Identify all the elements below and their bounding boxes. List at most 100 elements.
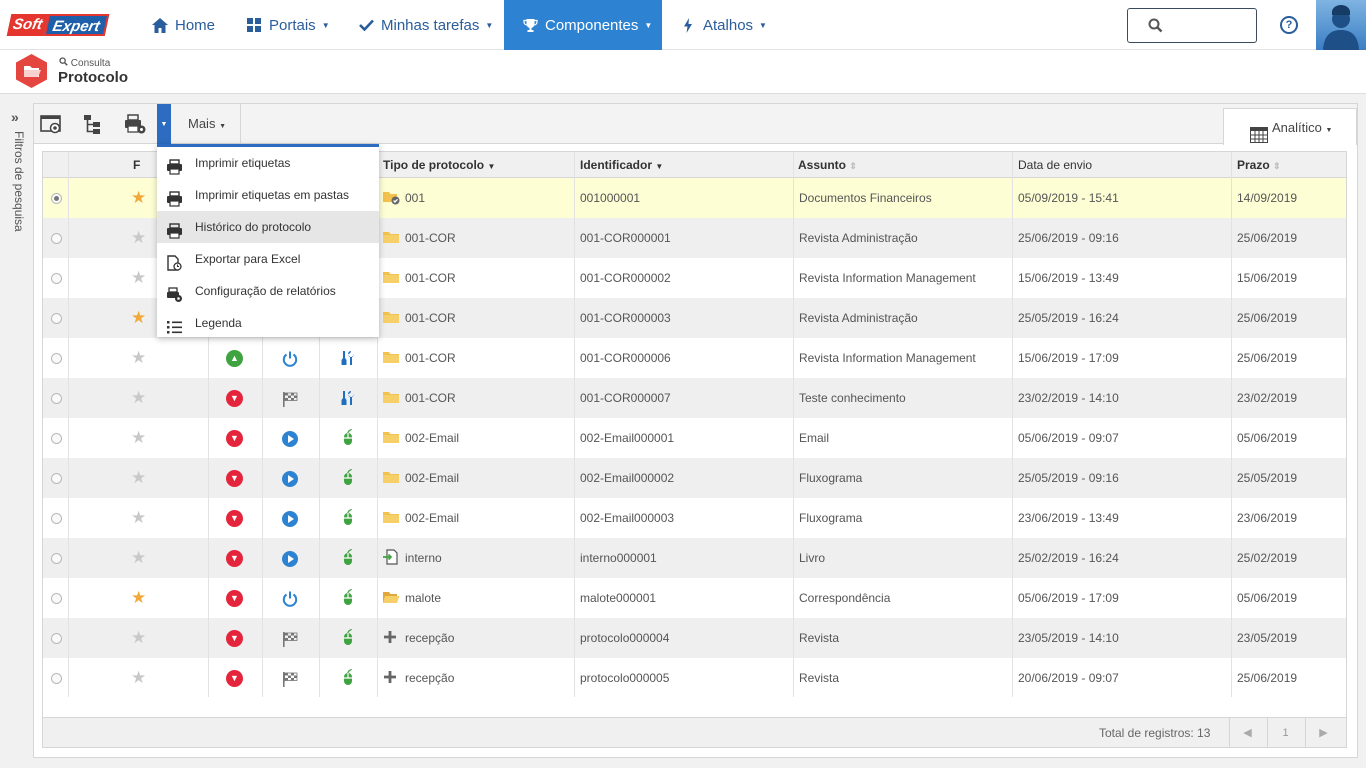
print-settings-icon[interactable] [123, 113, 147, 135]
chevron-down-icon: ▼ [485, 20, 494, 30]
table-row[interactable]: ★ ▲ 001-COR 001-COR000006 Revista Informatio… [43, 338, 1346, 378]
menu-item-historico-protocolo[interactable]: Histórico do protocolo [157, 211, 379, 243]
help-icon[interactable]: ? [1280, 16, 1298, 34]
table-row[interactable]: ★ ▼ malote malote000001 Correspondência 05/06… [43, 578, 1346, 618]
status-down-icon: ▼ [226, 670, 243, 687]
power-icon [281, 590, 299, 608]
row-select-radio[interactable] [51, 593, 62, 604]
breadcrumb[interactable]: Consulta [59, 57, 110, 69]
sort-icon: ⇕ [1273, 161, 1281, 171]
menu-item-imprimir-etiquetas-pastas[interactable]: Imprimir etiquetas em pastas [157, 179, 379, 211]
folder-icon [382, 349, 400, 365]
avatar[interactable] [1316, 0, 1366, 50]
filter-sidebar-label[interactable]: Filtros de pesquisa [12, 131, 26, 232]
favorite-star-icon[interactable]: ★ [131, 269, 146, 286]
row-select-radio[interactable] [51, 393, 62, 404]
view-mode-selector[interactable]: Analítico ▼ [1223, 108, 1357, 145]
table-row[interactable]: ★ ▼ 002-Email 002-Email000003 Fluxograma 23/0… [43, 498, 1346, 538]
table-row[interactable]: ★ ▼ recepção protocolo000004 Revista 23/05/20… [43, 618, 1346, 658]
col-header-data-envio[interactable]: Data de envio [1018, 152, 1092, 178]
checkered-flag-icon [281, 390, 299, 408]
folder-check-icon [382, 189, 400, 205]
cell-tipo: 002-Email [405, 511, 460, 525]
favorite-star-icon[interactable]: ★ [131, 549, 146, 566]
nav-portais[interactable]: Portais ▼ [246, 0, 330, 50]
favorite-star-icon[interactable]: ★ [131, 469, 146, 486]
mais-menu-button[interactable]: Mais ▼ [177, 104, 241, 144]
page-number[interactable]: 1 [1267, 718, 1303, 748]
favorite-star-icon[interactable]: ★ [131, 589, 146, 606]
favorite-star-icon[interactable]: ★ [131, 629, 146, 646]
cell-data-envio: 05/06/2019 - 09:07 [1018, 431, 1119, 445]
status-down-icon: ▼ [226, 630, 243, 647]
nav-atalhos[interactable]: Atalhos ▼ [680, 0, 767, 50]
power-icon [281, 350, 299, 368]
favorite-star-icon[interactable]: ★ [131, 389, 146, 406]
cell-prazo: 23/02/2019 [1237, 391, 1298, 405]
expand-icon[interactable]: » [11, 109, 19, 125]
row-select-radio[interactable] [51, 553, 62, 564]
menu-item-configuracao-relatorios[interactable]: Configuração de relatórios [157, 275, 379, 307]
brand-logo[interactable]: Soft Expert [6, 14, 110, 36]
row-select-radio[interactable] [51, 633, 62, 644]
row-select-radio[interactable] [51, 473, 62, 484]
folder-icon [382, 229, 400, 245]
nav-minhas-tarefas[interactable]: Minhas tarefas ▼ [358, 0, 493, 50]
nav-home[interactable]: Home [152, 0, 215, 50]
col-header-identificador[interactable]: Identificador ▼ [580, 152, 663, 178]
table-row[interactable]: ★ ▼ 002-Email 002-Email000002 Fluxograma 25/0… [43, 458, 1346, 498]
favorite-star-icon[interactable]: ★ [131, 189, 146, 206]
prev-page-button[interactable]: ◀ [1229, 718, 1265, 748]
tools-icon [339, 389, 357, 407]
search-input[interactable] [1127, 8, 1257, 43]
row-select-radio[interactable] [51, 353, 62, 364]
checkered-flag-icon [281, 670, 299, 688]
favorite-star-icon[interactable]: ★ [131, 429, 146, 446]
col-header-favorite[interactable]: F [133, 152, 140, 178]
favorite-star-icon[interactable]: ★ [131, 669, 146, 686]
col-header-tipo[interactable]: Tipo de protocolo ▼ [383, 152, 495, 178]
mouse-icon [339, 468, 357, 487]
home-icon [152, 17, 168, 33]
cell-prazo: 14/09/2019 [1237, 191, 1298, 205]
cell-identificador: 002-Email000001 [580, 431, 675, 445]
favorite-star-icon[interactable]: ★ [131, 309, 146, 326]
menu-item-legenda[interactable]: Legenda [157, 307, 379, 339]
table-row[interactable]: ★ ▼ interno interno000001 Livro 25/02/2019 - … [43, 538, 1346, 578]
next-page-button[interactable]: ▶ [1305, 718, 1341, 748]
plus-icon [382, 669, 400, 685]
favorite-star-icon[interactable]: ★ [131, 509, 146, 526]
cell-tipo: 002-Email [405, 431, 460, 445]
checkered-flag-icon [281, 630, 299, 648]
status-down-icon: ▼ [226, 510, 243, 527]
menu-item-exportar-excel[interactable]: Exportar para Excel [157, 243, 379, 275]
row-select-radio[interactable] [51, 273, 62, 284]
row-select-radio[interactable] [51, 313, 62, 324]
toolbar: ▼ Mais ▼ Analítico ▼ [34, 104, 1357, 146]
favorite-star-icon[interactable]: ★ [131, 229, 146, 246]
table-row[interactable]: ★ ▼ 001-COR 001-COR000007 Teste conhecimento… [43, 378, 1346, 418]
col-header-prazo[interactable]: Prazo ⇕ [1237, 152, 1281, 178]
cell-assunto: Email [799, 431, 830, 445]
favorite-star-icon[interactable]: ★ [131, 349, 146, 366]
row-select-radio[interactable] [51, 673, 62, 684]
cell-data-envio: 20/06/2019 - 09:07 [1018, 671, 1119, 685]
filter-sidebar[interactable]: » Filtros de pesquisa [0, 95, 30, 768]
menu-item-imprimir-etiquetas[interactable]: Imprimir etiquetas [157, 147, 379, 179]
row-select-radio[interactable] [51, 513, 62, 524]
page-title: Protocolo [58, 69, 128, 86]
row-select-radio[interactable] [51, 433, 62, 444]
chevron-down-icon: ▼ [321, 20, 330, 30]
row-select-radio[interactable] [51, 193, 62, 204]
hierarchy-icon[interactable] [81, 113, 105, 135]
col-header-assunto[interactable]: Assunto ⇕ [798, 152, 857, 178]
nav-componentes[interactable]: Componentes ▼ [504, 0, 662, 50]
more-tools-dropdown-button[interactable]: ▼ [157, 104, 171, 146]
table-row[interactable]: ★ ▼ 002-Email 002-Email000001 Email 05/06/201… [43, 418, 1346, 458]
cell-data-envio: 23/06/2019 - 13:49 [1018, 511, 1119, 525]
table-row[interactable]: ★ ▼ recepção protocolo000005 Revista 20/06/20… [43, 658, 1346, 698]
view-record-icon[interactable] [40, 113, 64, 135]
cell-assunto: Fluxograma [799, 511, 863, 525]
row-select-radio[interactable] [51, 233, 62, 244]
cell-prazo: 25/06/2019 [1237, 671, 1298, 685]
